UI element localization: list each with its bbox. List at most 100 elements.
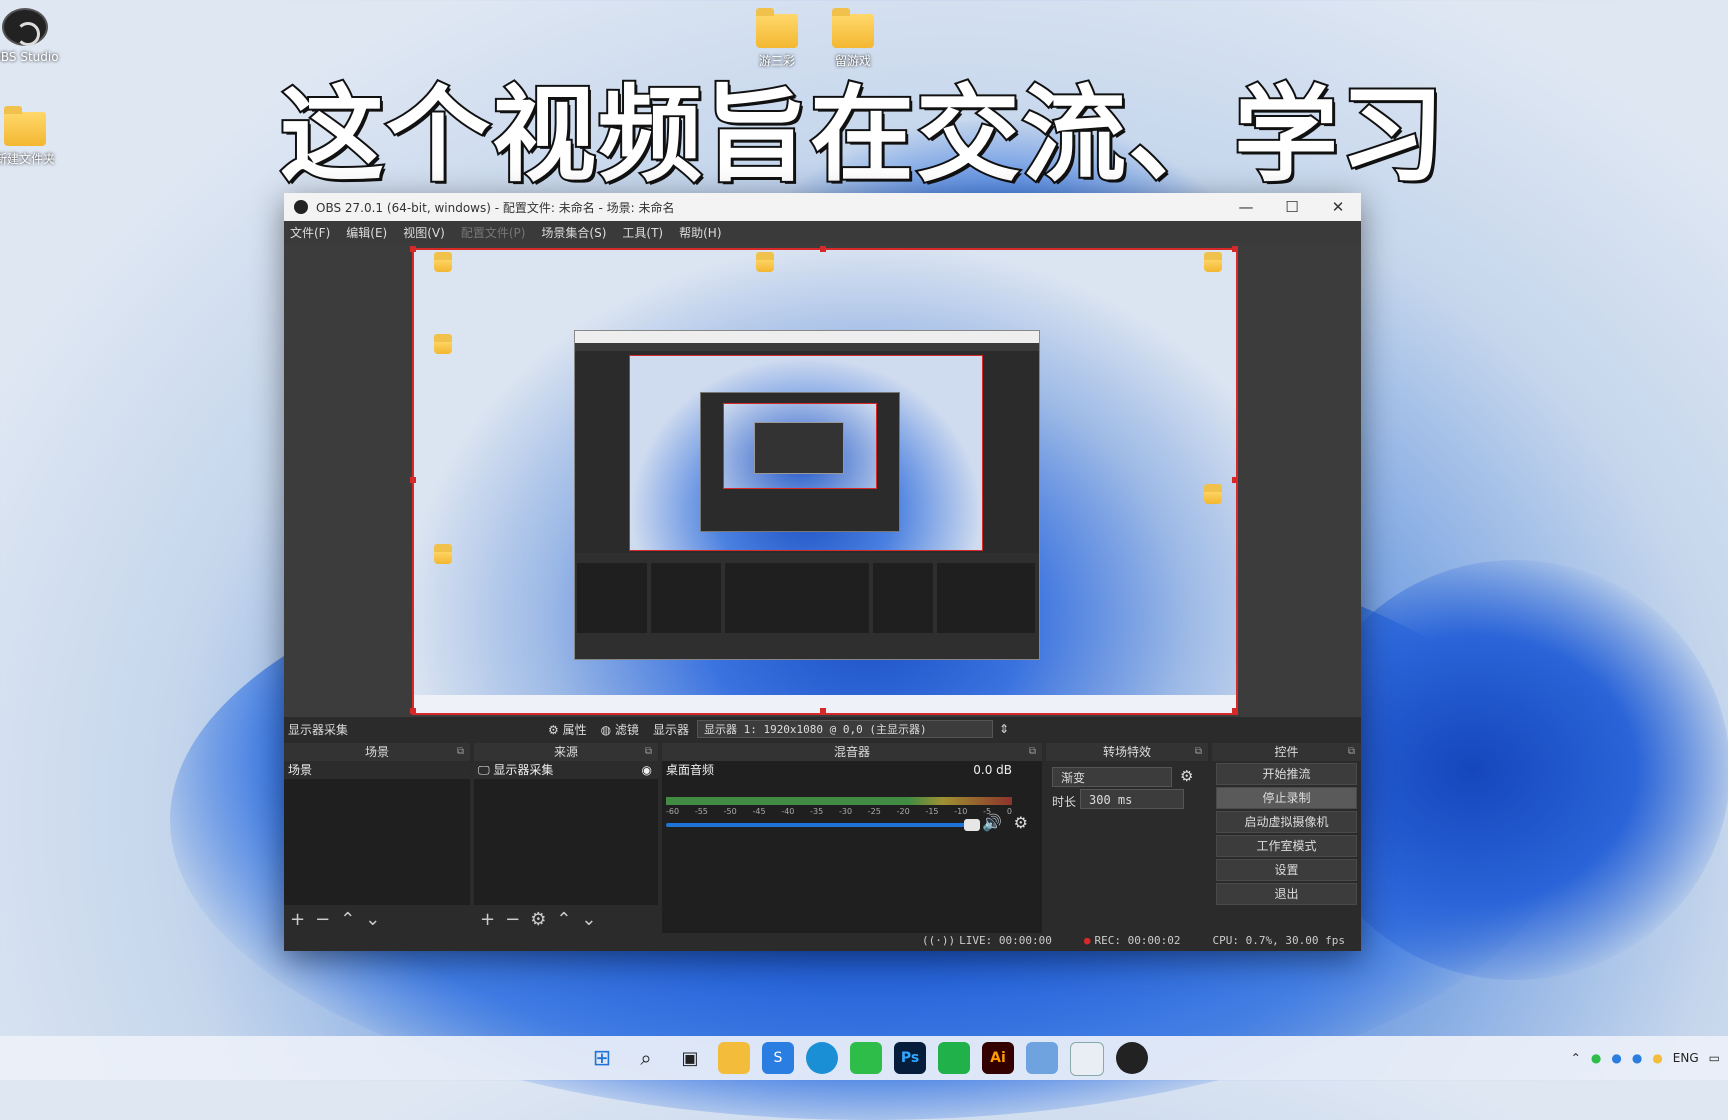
stop-recording-button[interactable]: 停止录制 xyxy=(1216,787,1357,809)
language-indicator[interactable]: ENG xyxy=(1673,1051,1699,1065)
gear-icon[interactable]: ⚙ xyxy=(530,909,546,930)
dock-title: 转场特效 ⧉ xyxy=(1046,743,1208,761)
obs-window: OBS 27.0.1 (64-bit, windows) - 配置文件: 未命名… xyxy=(284,193,1361,951)
move-down-icon[interactable]: ⌄ xyxy=(365,909,380,930)
menu-help[interactable]: 帮助(H) xyxy=(679,224,721,241)
desktop-icon-obs[interactable]: OBS Studio xyxy=(0,8,70,64)
move-up-icon[interactable]: ⌃ xyxy=(340,909,355,930)
resize-handle[interactable] xyxy=(820,246,826,252)
move-down-icon[interactable]: ⌄ xyxy=(581,909,596,930)
source-item[interactable]: 🖵 显示器采集 ◉ xyxy=(474,761,658,779)
nested-preview xyxy=(629,355,983,551)
undock-icon[interactable]: ⧉ xyxy=(457,743,464,761)
chevron-updown-icon[interactable]: ⇕ xyxy=(999,722,1009,736)
maximize-button[interactable]: ☐ xyxy=(1269,193,1315,221)
gear-icon[interactable]: ⚙ xyxy=(1180,767,1193,785)
resize-handle[interactable] xyxy=(1232,477,1238,483)
tray-app-icon[interactable]: ● xyxy=(1611,1051,1621,1065)
studio-mode-button[interactable]: 工作室模式 xyxy=(1216,835,1357,857)
resize-handle[interactable] xyxy=(410,477,416,483)
gear-icon: ⚙ xyxy=(548,722,559,737)
remove-icon[interactable]: − xyxy=(315,909,330,930)
notepad-icon[interactable] xyxy=(1070,1042,1104,1076)
meter-ticks: -60 -55 -50 -45 -40 -35 -30 -25 -20 -15 -10 -5 0 xyxy=(666,807,1012,816)
tray-app-icon[interactable]: ● xyxy=(1652,1051,1662,1065)
wallpaper-bloom xyxy=(1300,560,1728,980)
gear-icon[interactable]: ⚙ xyxy=(1014,813,1028,832)
obs-icon[interactable] xyxy=(1116,1042,1148,1074)
preview-canvas[interactable] xyxy=(412,248,1238,715)
filters-button[interactable]: ◍ 滤镜 xyxy=(601,721,639,738)
folder-icon xyxy=(832,8,874,48)
folder-icon xyxy=(434,252,452,272)
duration-input[interactable]: 300 ms xyxy=(1080,789,1184,809)
folder-icon xyxy=(434,334,452,354)
undock-icon[interactable]: ⧉ xyxy=(1195,743,1202,761)
image-viewer-icon[interactable] xyxy=(1026,1042,1058,1074)
undock-icon[interactable]: ⧉ xyxy=(1029,743,1036,761)
obs-icon xyxy=(2,8,48,46)
remove-icon[interactable]: − xyxy=(505,909,520,930)
move-up-icon[interactable]: ⌃ xyxy=(556,909,571,930)
tray-app-icon[interactable]: ● xyxy=(1632,1051,1642,1065)
resize-handle[interactable] xyxy=(410,708,416,714)
minimize-button[interactable]: — xyxy=(1223,193,1269,221)
add-icon[interactable]: + xyxy=(290,909,305,930)
desktop-icon-label: OBS Studio xyxy=(0,50,59,64)
search-icon[interactable]: ⌕ xyxy=(630,1042,662,1074)
window-titlebar[interactable]: OBS 27.0.1 (64-bit, windows) - 配置文件: 未命名… xyxy=(284,193,1361,221)
dock-area: 场景 ⧉ 场景 + − ⌃ ⌄ 来源 ⧉ 🖵 显示器采集 ◉ + − ⚙ ⌃ ⌄… xyxy=(284,743,1361,933)
wechat-icon[interactable] xyxy=(850,1042,882,1074)
system-tray: ⌃ ● ● ● ● ENG ▭ xyxy=(1561,1036,1720,1080)
broadcast-icon: ((·)) xyxy=(921,933,956,947)
chevron-up-icon[interactable]: ⌃ xyxy=(1571,1051,1581,1065)
menu-edit[interactable]: 编辑(E) xyxy=(346,224,387,241)
illustrator-icon[interactable]: Ai xyxy=(982,1042,1014,1074)
undock-icon[interactable]: ⧉ xyxy=(1348,743,1355,761)
resize-handle[interactable] xyxy=(1232,708,1238,714)
volume-slider[interactable] xyxy=(666,823,972,827)
window-title: OBS 27.0.1 (64-bit, windows) - 配置文件: 未命名… xyxy=(316,200,675,215)
tray-app-icon[interactable]: ● xyxy=(1591,1051,1601,1065)
close-button[interactable]: ✕ xyxy=(1315,193,1361,221)
nested-docks xyxy=(575,553,1039,659)
add-icon[interactable]: + xyxy=(480,909,495,930)
settings-button[interactable]: 设置 xyxy=(1216,859,1357,881)
mixer-level: 0.0 dB xyxy=(973,763,1012,777)
resize-handle[interactable] xyxy=(1232,246,1238,252)
desktop-icon-folder[interactable]: 新建文件夹 xyxy=(0,106,70,167)
exit-button[interactable]: 退出 xyxy=(1216,883,1357,905)
menu-tools[interactable]: 工具(T) xyxy=(622,224,663,241)
resize-handle[interactable] xyxy=(410,246,416,252)
menu-scene-collection[interactable]: 场景集合(S) xyxy=(541,224,606,241)
edge-icon[interactable] xyxy=(806,1042,838,1074)
display-select[interactable]: 显示器 1: 1920x1080 @ 0,0 (主显示器) xyxy=(696,720,993,738)
scene-item[interactable]: 场景 xyxy=(284,761,470,779)
start-virtual-camera-button[interactable]: 启动虚拟摄像机 xyxy=(1216,811,1357,833)
video-caption: 这个视频旨在交流、学习 xyxy=(278,72,1447,198)
file-explorer-icon[interactable] xyxy=(718,1042,750,1074)
resize-handle[interactable] xyxy=(820,708,826,714)
undock-icon[interactable]: ⧉ xyxy=(645,743,652,761)
obs-icon xyxy=(294,200,308,214)
eye-icon[interactable]: ◉ xyxy=(642,761,652,779)
store-icon[interactable]: S xyxy=(762,1042,794,1074)
green-app-icon[interactable] xyxy=(938,1042,970,1074)
transition-select[interactable]: 渐变 xyxy=(1052,767,1172,787)
speaker-icon[interactable]: 🔊 xyxy=(982,813,1002,832)
menu-file[interactable]: 文件(F) xyxy=(290,224,330,241)
properties-label: 属性 xyxy=(562,722,587,737)
start-streaming-button[interactable]: 开始推流 xyxy=(1216,763,1357,785)
volume-slider-handle[interactable] xyxy=(964,819,980,831)
properties-button[interactable]: ⚙ 属性 xyxy=(548,721,587,738)
controls-dock: 控件 ⧉ 开始推流 停止录制 启动虚拟摄像机 工作室模式 设置 退出 xyxy=(1212,743,1361,933)
folder-icon xyxy=(434,544,452,564)
photoshop-icon[interactable]: Ps xyxy=(894,1042,926,1074)
task-view-icon[interactable]: ▣ xyxy=(674,1042,706,1074)
menu-view[interactable]: 视图(V) xyxy=(403,224,445,241)
folder-icon xyxy=(756,8,798,48)
notification-icon[interactable]: ▭ xyxy=(1709,1051,1720,1065)
sources-dock: 来源 ⧉ 🖵 显示器采集 ◉ + − ⚙ ⌃ ⌄ xyxy=(474,743,658,933)
duration-label: 时长 xyxy=(1052,795,1077,809)
start-icon[interactable]: ⊞ xyxy=(586,1042,618,1074)
